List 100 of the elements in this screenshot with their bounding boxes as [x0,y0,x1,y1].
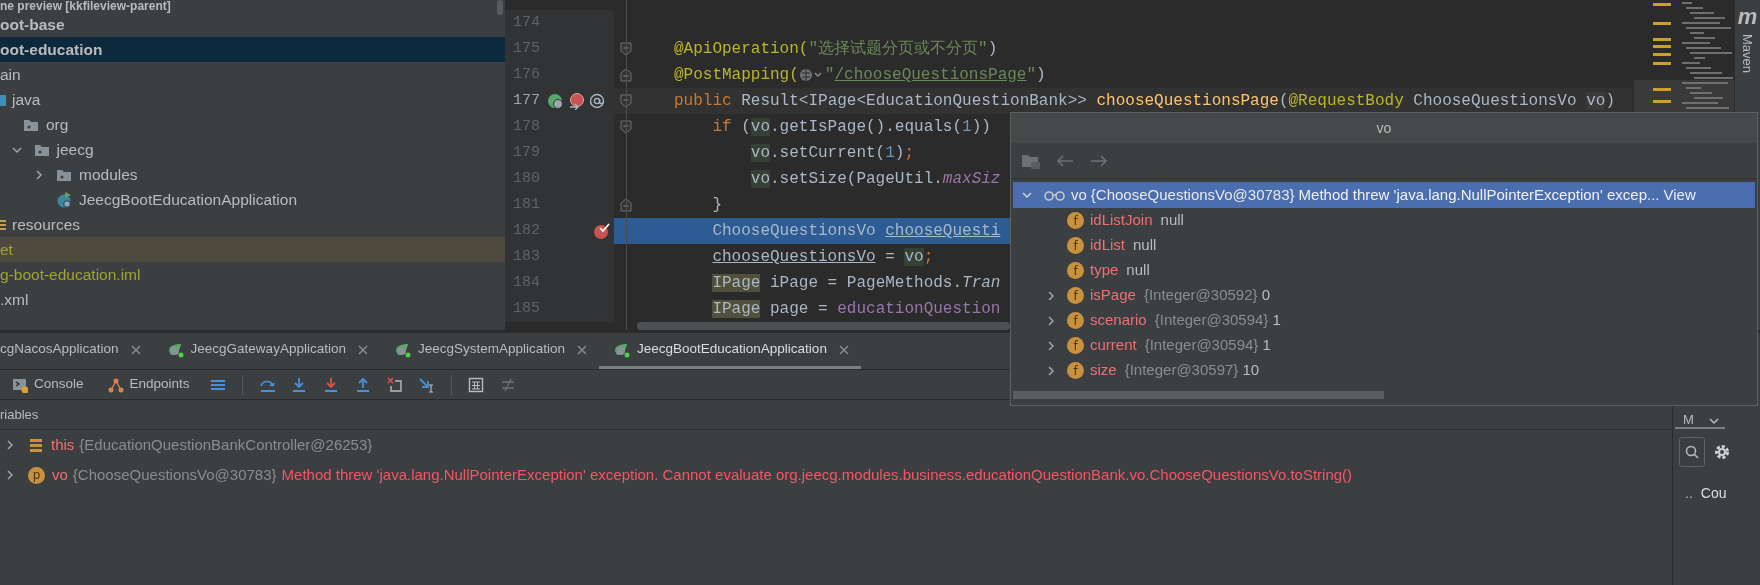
variable-value: {Integer@30594} 1 [1143,335,1271,356]
variable-value: null [1125,260,1150,281]
run-tab[interactable]: JeecgSystemApplication [379,333,599,369]
variable-value: null [1132,235,1157,256]
scrollbar-thumb[interactable] [637,322,1010,330]
field-icon: f [1067,237,1084,254]
glasses-icon [1043,189,1067,201]
fold-icon[interactable] [620,42,632,56]
view-link[interactable]: View [1663,183,1696,207]
fold-icon[interactable] [620,94,632,108]
settings-icon[interactable] [1713,443,1731,461]
unfold-icon[interactable] [620,198,632,212]
variable-name: scenario [1090,310,1147,331]
step-out-icon [354,376,371,393]
tree-item[interactable]: ne preview [kkfileview-parent] [0,0,171,12]
close-icon[interactable] [130,344,141,355]
run-to-cursor-icon [418,376,435,393]
code-line: vo.setSize(PageUtil.maxSiz [750,169,1001,190]
variable-name: current [1090,335,1137,356]
back-arrow-icon[interactable] [1055,152,1075,169]
variable-value: {ChooseQuestionsVo@30783} [1090,184,1295,205]
field-icon: f [1067,287,1084,304]
drop-frame-icon [386,376,403,393]
minimap-drawing[interactable] [1632,0,1735,112]
code-line: ChooseQuestionsVo chooseQuesti [712,221,1001,242]
tree-row[interactable]: vo {ChooseQuestionsVo@30783} Method threw 'java.lang.NullPointerException' excep... View [1013,182,1755,208]
variable-name: size [1090,360,1117,381]
variable-name: vo [1071,184,1087,205]
tree-item[interactable]: g-boot-education.iml [0,262,141,287]
close-icon[interactable] [577,344,587,355]
variable-value: {Integer@30592} 0 [1142,285,1271,306]
tree-item[interactable]: ain [0,62,21,87]
stack-icon [28,437,44,453]
variable-name: vo [52,464,68,485]
column-header: Cou [1700,484,1727,503]
fold-icon[interactable] [620,120,632,134]
tree-item[interactable]: oot-base [0,12,65,37]
search-field[interactable] [1679,437,1705,467]
chevron-right-icon[interactable] [1045,289,1057,302]
chevron-down-icon[interactable] [1021,189,1033,201]
more-button[interactable]: .. [1685,483,1693,504]
search-icon [1685,445,1699,459]
panel-tab[interactable]: M [1683,413,1694,427]
step-into-icon [290,376,307,393]
variable-value: null [1159,210,1184,231]
console-icon [12,376,28,393]
trace-icon [499,376,516,393]
code-line: public Result<IPage<EducationQuestionBank>> chooseQuestionsPage(@RequestBody ChooseQuestionsVo vo) [674,91,1615,112]
endpoints-tab[interactable]: Endpoints [95,374,202,395]
console-tab[interactable]: Console [0,374,96,395]
chevron-right-icon[interactable] [1045,364,1057,377]
code-line: if (vo.getIsPage().equals(1)) [712,117,991,138]
code-line: @PostMapping( "/chooseQuestionsPage") [674,65,1046,86]
scrollbar-thumb[interactable] [497,0,503,15]
variable-name: type [1090,260,1119,281]
maven-tab[interactable]: Maven [1737,34,1758,74]
code-line: IPage iPage = PageMethods.Tran [712,273,1001,294]
tree-item[interactable]: modules [79,162,138,187]
tree-item[interactable]: java [12,87,41,112]
run-tab[interactable]: JeecgBootEducationApplication [599,333,861,369]
forward-arrow-icon[interactable] [1089,152,1109,169]
chevron-down-icon[interactable] [1707,415,1720,427]
line-number: 177 [512,90,541,111]
at-sign-icon[interactable] [589,92,606,110]
mapping-icon[interactable] [568,92,585,110]
breakpoint-icon[interactable] [593,222,611,240]
spring-globe-icon[interactable] [547,92,564,110]
code-line: @ApiOperation("选择试题分页或不分页") [674,39,998,60]
field-icon: f [1067,212,1084,229]
close-icon[interactable] [357,344,368,355]
variable-name: isPage [1090,285,1136,306]
run-tab[interactable]: JeecgGatewayApplication [152,333,380,369]
scrollbar-thumb[interactable] [1013,391,1384,399]
variable-value: {Integer@30597} 10 [1123,360,1260,381]
run-tab[interactable]: cgNacosApplication [0,333,153,369]
chevron-right-icon[interactable] [33,168,45,181]
unfold-icon[interactable] [620,68,632,82]
code-line: chooseQuestionsVo = vo; [712,247,934,268]
chevron-right-icon[interactable] [4,439,16,451]
error-message: Method threw 'java.lang.NullPointerException' excep... [1298,184,1660,205]
tree-item[interactable]: org [46,112,69,137]
close-icon[interactable] [838,344,849,355]
tree-item[interactable]: JeecgBootEducationApplication [79,187,297,212]
code-line: vo.setCurrent(1); [750,143,915,164]
chevron-right-icon[interactable] [1045,339,1057,352]
logo-letter[interactable]: m [1737,4,1758,30]
calculator-icon [467,376,484,393]
variable-value: {Integer@30594} 1 [1153,310,1281,331]
tree-item[interactable]: .xml [0,287,29,312]
chevron-right-icon[interactable] [4,469,16,481]
popup-title: vo [1376,118,1392,138]
panel-title: riables [0,405,39,424]
field-icon: f [1067,262,1084,279]
tree-item[interactable]: resources [12,212,81,237]
chevron-right-icon[interactable] [1045,314,1057,327]
variable-name: this [51,434,75,455]
tree-item[interactable]: et [0,237,13,262]
code-line: } [712,195,722,216]
tree-item[interactable]: jeecg [56,137,94,162]
endpoints-icon [107,376,124,393]
